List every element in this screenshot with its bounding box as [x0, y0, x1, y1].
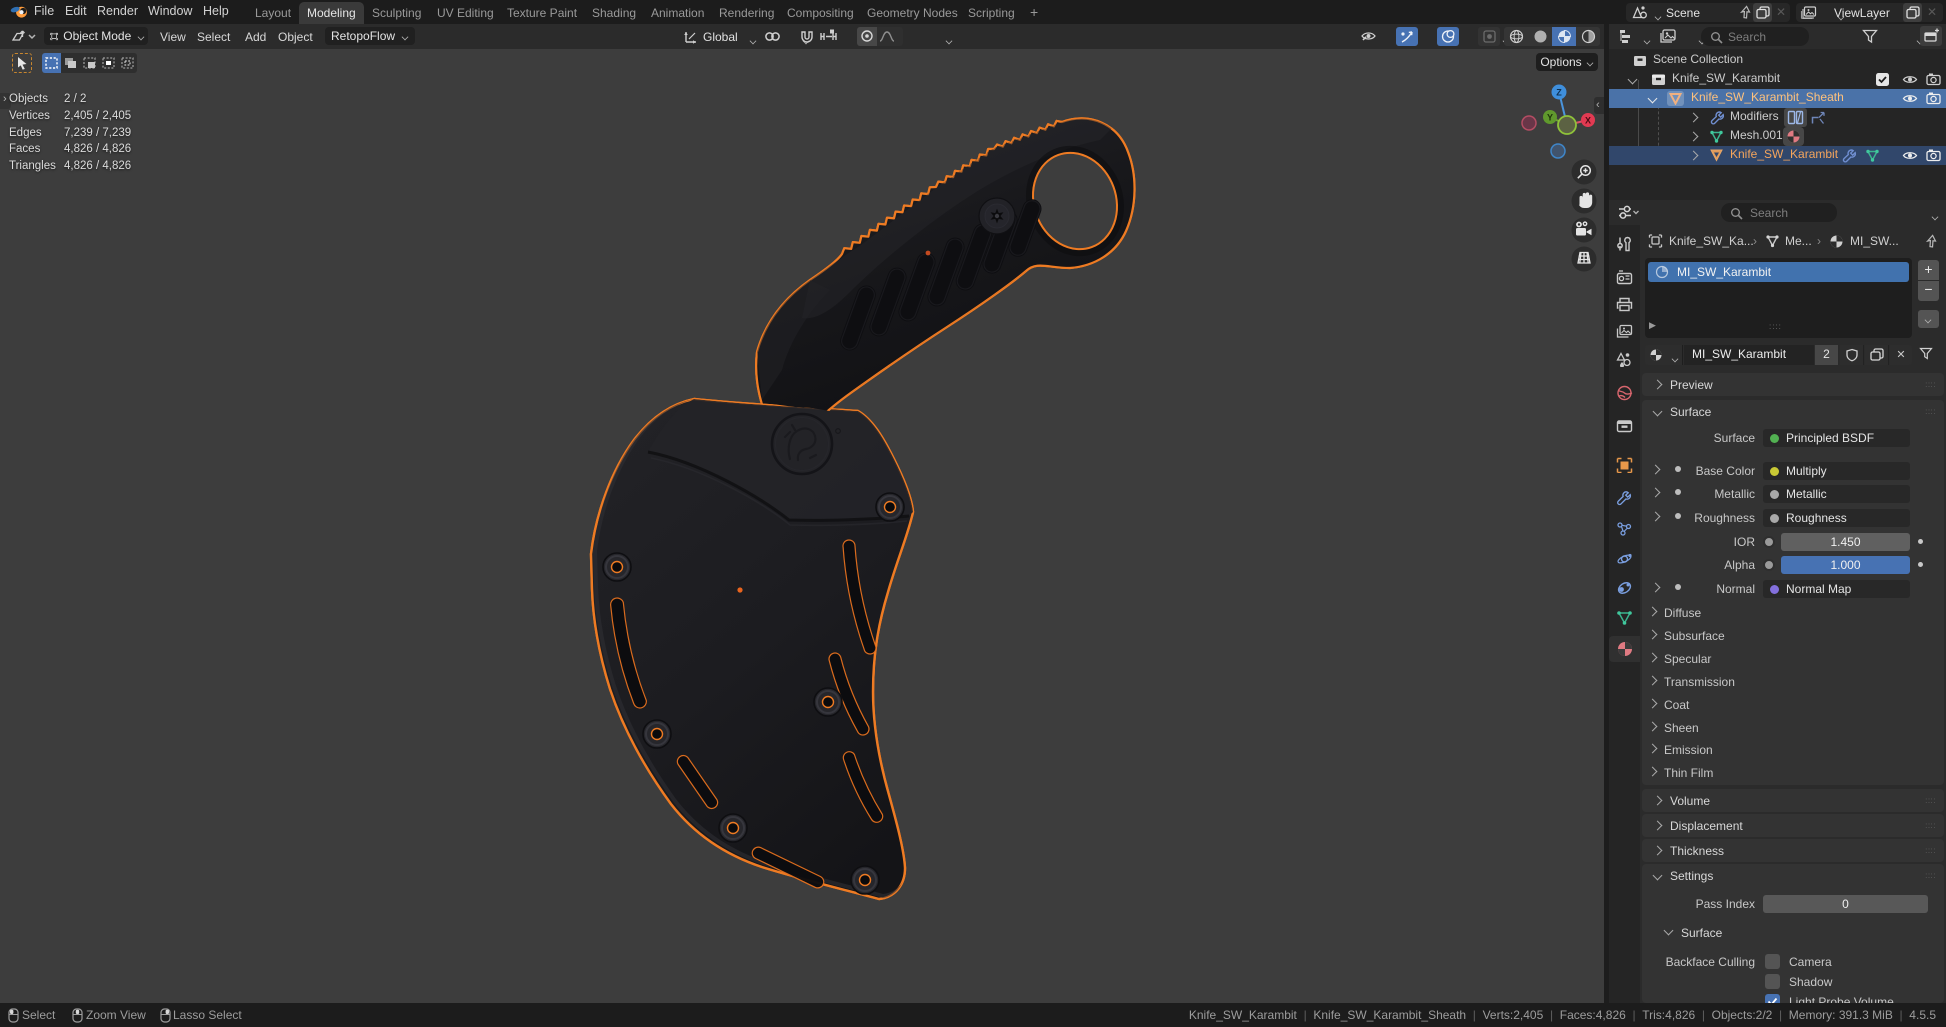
svg-text:Y: Y [1547, 113, 1553, 123]
svg-text:Z: Z [1556, 88, 1562, 98]
svg-text:X: X [1585, 116, 1591, 126]
